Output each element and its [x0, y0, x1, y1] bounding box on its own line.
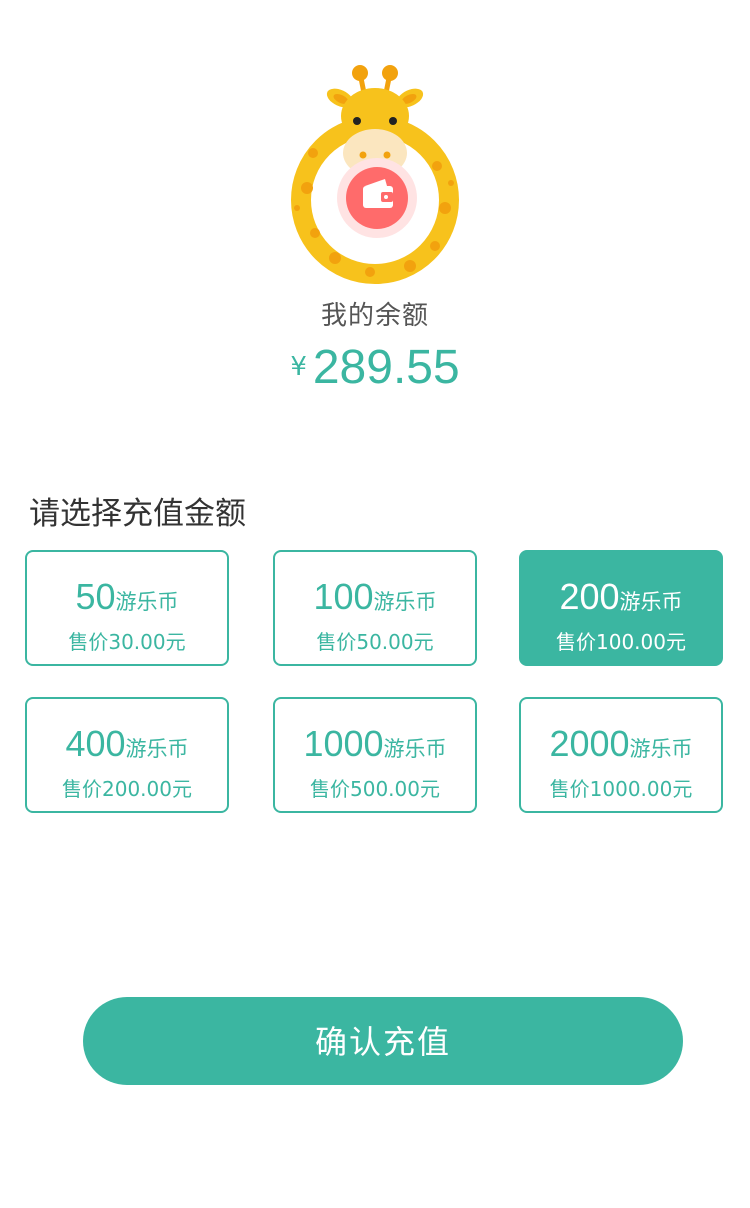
recharge-option-200[interactable]: 200游乐币 售价100.00元 [519, 550, 723, 666]
recharge-option-1000[interactable]: 1000游乐币 售价500.00元 [273, 697, 477, 813]
coin-unit: 游乐币 [115, 590, 179, 614]
coin-amount: 1000 [303, 723, 384, 764]
coin-unit: 游乐币 [629, 737, 693, 761]
coin-unit: 游乐币 [125, 737, 189, 761]
giraffe-mascot-icon [275, 58, 475, 288]
option-price: 售价30.00元 [68, 630, 186, 654]
balance-amount: ¥289.55 [0, 340, 750, 395]
confirm-recharge-button[interactable]: 确认充值 [83, 997, 683, 1085]
coin-amount: 200 [559, 576, 620, 617]
balance-value: 289.55 [312, 341, 460, 394]
coin-unit: 游乐币 [619, 590, 683, 614]
coin-amount: 2000 [549, 723, 630, 764]
coin-unit: 游乐币 [373, 590, 437, 614]
coin-amount: 100 [313, 576, 374, 617]
option-price: 售价50.00元 [316, 630, 434, 654]
option-price: 售价500.00元 [310, 777, 440, 801]
recharge-option-50[interactable]: 50游乐币 售价30.00元 [25, 550, 229, 666]
currency-symbol: ¥ [290, 352, 307, 382]
recharge-option-2000[interactable]: 2000游乐币 售价1000.00元 [519, 697, 723, 813]
coin-amount: 50 [75, 576, 116, 617]
coin-amount: 400 [65, 723, 126, 764]
balance-label: 我的余额 [320, 301, 429, 331]
section-title: 请选择充值金额 [29, 496, 246, 532]
recharge-option-100[interactable]: 100游乐币 售价50.00元 [273, 550, 477, 666]
option-price: 售价100.00元 [556, 630, 686, 654]
option-price: 售价200.00元 [62, 777, 192, 801]
option-price: 售价1000.00元 [549, 777, 693, 801]
recharge-option-400[interactable]: 400游乐币 售价200.00元 [25, 697, 229, 813]
coin-unit: 游乐币 [383, 737, 447, 761]
